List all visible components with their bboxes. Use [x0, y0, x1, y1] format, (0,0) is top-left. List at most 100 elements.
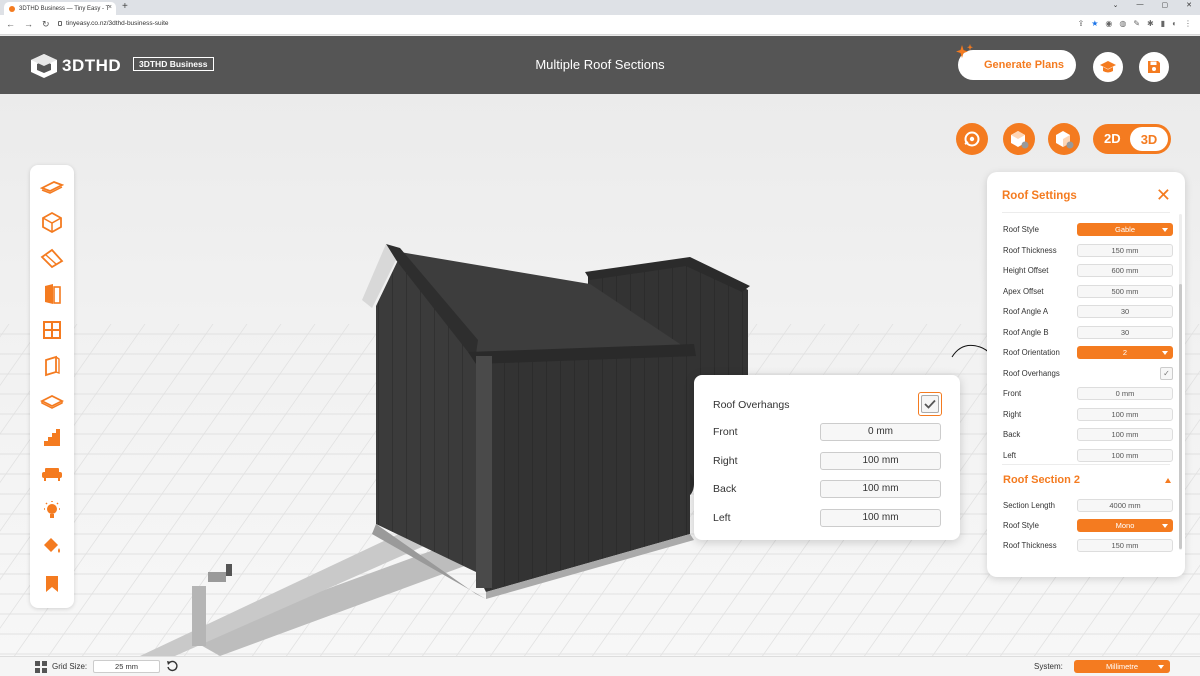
toggle-3d[interactable]: 3D	[1130, 127, 1168, 151]
roof-thickness-input[interactable]: 150 mm	[1077, 243, 1173, 257]
tool-doors[interactable]	[37, 279, 67, 309]
overhang-label: Back	[713, 483, 737, 495]
window-controls: ⌄ — ▢ ✕	[1113, 1, 1192, 9]
app-header: 3DTHD 3DTHD Business Multiple Roof Secti…	[0, 36, 1200, 94]
share-icon[interactable]: ⇪	[1078, 19, 1085, 28]
roof-section-2-title[interactable]: Roof Section 2	[1003, 474, 1080, 486]
tool-floors[interactable]	[37, 387, 67, 417]
save-button[interactable]	[1139, 52, 1169, 82]
view-mode-toggle[interactable]: 2D 3D	[1093, 124, 1171, 154]
system-select[interactable]: Millimetre	[1074, 660, 1170, 673]
tool-roof[interactable]	[37, 243, 67, 273]
tool-stairs[interactable]	[37, 423, 67, 453]
setting-row-roof-style: Roof Style Mono	[1003, 519, 1173, 532]
overhang-row-front: Front 0 mm	[713, 423, 941, 441]
sidebar-icon[interactable]: ▮	[1161, 19, 1165, 28]
tool-paint[interactable]	[37, 531, 67, 561]
tab-close-icon[interactable]: ×	[108, 4, 112, 11]
tool-panels[interactable]	[37, 351, 67, 381]
tab-search-icon[interactable]: ⌄	[1113, 1, 1119, 9]
view-camera-button[interactable]	[956, 123, 988, 155]
roof-angle-b-input[interactable]: 30	[1077, 325, 1173, 339]
save-disk-icon	[1148, 61, 1160, 73]
setting-label: Roof Style	[1003, 521, 1039, 530]
roof-style-select[interactable]: Mono	[1077, 519, 1173, 532]
setting-label: Roof Angle B	[1003, 327, 1049, 337]
overhang-label: Left	[713, 511, 731, 524]
overhang-back-input[interactable]: 100 mm	[820, 480, 941, 498]
back-input[interactable]: 100 mm	[1077, 428, 1173, 441]
chevron-down-icon	[1158, 665, 1164, 669]
back-icon[interactable]: ←	[6, 19, 15, 30]
tool-windows[interactable]	[37, 315, 67, 345]
puzzle-icon[interactable]: ✱	[1147, 19, 1154, 28]
select-value: Gable	[1114, 225, 1135, 234]
reset-icon[interactable]	[166, 660, 178, 672]
grid-size-input[interactable]: 25 mm	[93, 660, 160, 673]
apex-offset-input[interactable]: 500 mm	[1077, 284, 1173, 298]
roof-angle-a-input[interactable]: 30	[1077, 305, 1173, 318]
close-icon[interactable]: ✕	[1156, 186, 1171, 204]
checkmark-icon	[924, 399, 936, 409]
generate-plans-button[interactable]: Generate Plans	[956, 44, 1076, 80]
view-exterior-button[interactable]	[1003, 123, 1035, 155]
graduation-cap-icon	[1100, 61, 1116, 73]
new-tab-button[interactable]: +	[122, 1, 128, 12]
checkbox-box	[921, 395, 939, 413]
setting-row-roof-thickness: Roof Thickness 150 mm	[1003, 243, 1173, 257]
reload-icon[interactable]: ↻	[42, 19, 50, 30]
toggle-2d[interactable]: 2D	[1104, 131, 1121, 146]
close-window-icon[interactable]: ✕	[1186, 1, 1192, 9]
setting-row-left: Left 100 mm	[1003, 448, 1173, 462]
overhang-front-input[interactable]: 0 mm	[820, 423, 941, 441]
divider	[1002, 212, 1170, 213]
overhang-left-input[interactable]: 100 mm	[820, 508, 941, 527]
forward-icon[interactable]: →	[24, 19, 33, 30]
section-length-input[interactable]: 4000 mm	[1077, 499, 1173, 512]
roof-thickness-input[interactable]: 150 mm	[1077, 539, 1173, 552]
overhang-row-back: Back 100 mm	[713, 480, 941, 498]
roof-settings-panel: Roof Settings ✕ Roof Style Gable Roof Thic…	[987, 172, 1185, 577]
roof-settings-title: Roof Settings	[1002, 190, 1077, 202]
height-offset-input[interactable]: 600 mm	[1077, 264, 1173, 277]
maximize-icon[interactable]: ▢	[1162, 1, 1169, 9]
tool-bookmarks[interactable]	[37, 569, 67, 599]
overhang-label: Right	[713, 454, 738, 467]
setting-row-back: Back 100 mm	[1003, 428, 1173, 441]
tutorial-button[interactable]	[1093, 52, 1123, 82]
left-input[interactable]: 100 mm	[1077, 448, 1173, 462]
setting-label: Height Offset	[1003, 266, 1049, 275]
camera-icon[interactable]: ◉	[1105, 19, 1112, 28]
tool-floor[interactable]	[37, 171, 67, 201]
tool-furniture[interactable]	[37, 459, 67, 489]
right-input[interactable]: 100 mm	[1077, 407, 1173, 421]
lock-icon	[58, 20, 62, 26]
tool-lighting[interactable]	[37, 495, 67, 525]
url-field[interactable]: tinyeasy.co.nz/3dthd-business-suite	[58, 20, 169, 27]
bookmark-star-icon[interactable]: ★	[1091, 19, 1098, 28]
setting-row-roof-orientation: Roof Orientation 2	[1003, 346, 1173, 359]
roof-style-select[interactable]: Gable	[1077, 223, 1173, 236]
menu-dots-icon[interactable]: ⋮	[1184, 19, 1192, 28]
tool-walls[interactable]	[37, 207, 67, 237]
scrollbar-thumb[interactable]	[1179, 284, 1182, 549]
setting-row-roof-overhangs: Roof Overhangs ✓	[1003, 366, 1173, 380]
system-value: Millimetre	[1105, 662, 1139, 671]
front-input[interactable]: 0 mm	[1077, 387, 1173, 400]
chevron-up-icon[interactable]	[1165, 478, 1171, 483]
profile-icon[interactable]: ◐	[1172, 19, 1177, 28]
view-interior-button[interactable]	[1048, 123, 1080, 155]
panel-scrollbar[interactable]	[1179, 214, 1182, 550]
pen-icon[interactable]: ✎	[1133, 19, 1140, 28]
overhang-right-input[interactable]: 100 mm	[820, 451, 941, 470]
roof-overhangs-checkbox[interactable]: ✓	[1160, 366, 1173, 380]
extension-icon[interactable]: ◍	[1119, 19, 1126, 28]
slab-icon	[40, 394, 64, 409]
overhangs-checkbox[interactable]	[918, 392, 942, 416]
roof-orientation-select[interactable]: 2	[1077, 346, 1173, 359]
browser-tab[interactable]: 3DTHD Business — Tiny Easy - T ×	[4, 2, 116, 15]
chevron-down-icon	[1162, 228, 1168, 232]
minimize-icon[interactable]: —	[1137, 1, 1144, 9]
setting-label: Front	[1003, 389, 1022, 398]
address-bar: ← → ↻ tinyeasy.co.nz/3dthd-business-suit…	[0, 15, 1200, 35]
